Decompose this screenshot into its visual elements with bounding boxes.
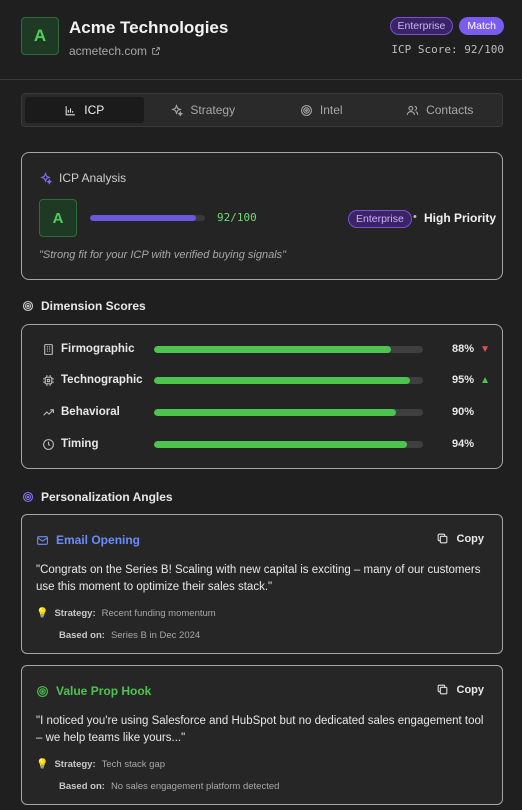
icp-score-bar (90, 215, 205, 221)
dimension-scores-card: Firmographic 88% ▼ Technographic 95% ▲ B… (21, 324, 503, 469)
icp-score-text: 92/100 (217, 211, 257, 224)
angle-title-text: Value Prop Hook (56, 684, 152, 698)
company-domain-text: acmetech.com (69, 44, 148, 58)
chip-icon (43, 375, 54, 386)
priority-label: High Priority (424, 211, 497, 225)
company-logo: A (21, 17, 59, 55)
based-on-value: Series B in Dec 2024 (110, 630, 201, 641)
dimension-bar-fill (154, 377, 410, 384)
based-on-label: Based on: (59, 781, 105, 792)
external-link-icon (152, 47, 160, 55)
dimension-bar (154, 409, 423, 416)
clock-icon (43, 439, 54, 450)
tab-contacts-label: Contacts (426, 103, 474, 117)
company-header: A Acme Technologies acmetech.com Enterpr… (0, 0, 522, 80)
lightbulb-icon: 💡 (36, 759, 49, 770)
angle-card-email-opening: Email Opening Copy "Congrats on the Seri… (21, 514, 503, 654)
tab-contacts[interactable]: Contacts (381, 97, 500, 123)
angle-title: Value Prop Hook (36, 684, 151, 698)
mail-icon (37, 535, 48, 545)
dimension-row-firmographic: Firmographic 88% ▼ (42, 342, 492, 358)
dimension-bar-fill (154, 441, 407, 448)
dimension-bar-fill (154, 346, 391, 353)
personalization-angles-heading: Personalization Angles (22, 490, 173, 504)
tab-bar: ICP Strategy Intel Contacts (21, 93, 503, 127)
icp-analysis-heading: ICP Analysis (39, 171, 126, 185)
building-icon (44, 344, 53, 355)
copy-button[interactable]: Copy (436, 532, 485, 545)
copy-icon (437, 533, 447, 544)
trending-icon (43, 409, 54, 416)
users-icon (406, 105, 419, 115)
dimension-bar-fill (154, 409, 397, 416)
lightbulb-icon: 💡 (36, 608, 49, 619)
dimension-row-timing: Timing 94% (42, 437, 492, 453)
trend-down-icon: ▼ (480, 344, 490, 355)
strategy-label: Strategy: (54, 759, 96, 770)
tab-intel[interactable]: Intel (262, 97, 381, 123)
dimension-label: Technographic (61, 374, 143, 386)
copy-button-label: Copy (456, 532, 485, 545)
dimension-label: Behavioral (61, 406, 120, 418)
tab-intel-label: Intel (319, 103, 343, 117)
copy-button[interactable]: Copy (436, 683, 485, 696)
angle-based-on: Based on: No sales engagement platform d… (59, 781, 279, 792)
dimension-row-behavioral: Behavioral 90% (42, 405, 492, 421)
copy-icon (437, 684, 447, 695)
tab-strategy[interactable]: Strategy (144, 97, 263, 123)
target-icon (22, 300, 34, 312)
trend-up-icon: ▲ (480, 375, 490, 386)
angle-based-on: Based on: Series B in Dec 2024 (59, 630, 200, 641)
separator-dot: • (413, 211, 417, 223)
header-badges: Enterprise Match (389, 17, 504, 35)
icp-score-fill (90, 215, 196, 221)
angle-strategy: 💡 Strategy: Recent funding momentum (36, 608, 216, 619)
icp-analysis-title: ICP Analysis (59, 171, 127, 185)
copy-button-label: Copy (456, 683, 485, 696)
angle-title-text: Email Opening (56, 533, 141, 547)
angle-card-value-prop-hook: Value Prop Hook Copy "I noticed you're u… (21, 665, 503, 805)
based-on-value: No sales engagement platform detected (110, 781, 280, 792)
target-icon (300, 104, 312, 116)
icp-grade: A (39, 199, 77, 237)
icp-analysis-card: ICP Analysis A 92/100 Enterprise • High … (21, 152, 503, 280)
dimension-scores-heading: Dimension Scores (22, 299, 146, 313)
tab-strategy-label: Strategy (190, 103, 236, 117)
target-icon (37, 685, 48, 697)
dimension-row-technographic: Technographic 95% ▲ (42, 373, 492, 389)
angle-message-text: "I noticed you're using Salesforce and H… (36, 715, 484, 744)
tab-icp-label: ICP (84, 103, 105, 117)
dimension-scores-title: Dimension Scores (41, 299, 146, 313)
based-on-label: Based on: (59, 630, 105, 641)
match-badge: Match (459, 17, 504, 35)
angle-strategy: 💡 Strategy: Tech stack gap (36, 759, 165, 770)
dimension-bar (154, 377, 423, 384)
icp-summary-quote: "Strong fit for your ICP with verified b… (39, 249, 287, 261)
dimension-bar (154, 441, 423, 448)
tab-icp[interactable]: ICP (25, 97, 144, 123)
dimension-label: Timing (61, 438, 99, 450)
bar-chart-icon (65, 105, 76, 115)
dimension-bar (154, 346, 423, 353)
company-name: Acme Technologies (69, 18, 229, 37)
dimension-percent: 94% (451, 438, 474, 450)
icp-score-readout: ICP Score: 92/100 (391, 43, 504, 56)
angle-message-text: "Congrats on the Series B! Scaling with … (36, 564, 481, 593)
company-domain-link[interactable]: acmetech.com (69, 44, 161, 58)
dimension-percent: 88% (451, 343, 474, 355)
strategy-value: Recent funding momentum (101, 608, 216, 619)
segment-badge: Enterprise (348, 210, 412, 228)
sparkles-icon (40, 171, 52, 185)
target-icon (22, 491, 34, 503)
personalization-angles-title: Personalization Angles (41, 490, 173, 504)
angle-title: Email Opening (36, 533, 140, 547)
dimension-label: Firmographic (61, 343, 135, 355)
strategy-label: Strategy: (54, 608, 96, 619)
sparkles-icon (171, 103, 184, 117)
enterprise-badge: Enterprise (389, 17, 454, 35)
dimension-percent: 90% (451, 406, 474, 418)
dimension-percent: 95% (451, 374, 474, 386)
strategy-value: Tech stack gap (101, 759, 166, 770)
